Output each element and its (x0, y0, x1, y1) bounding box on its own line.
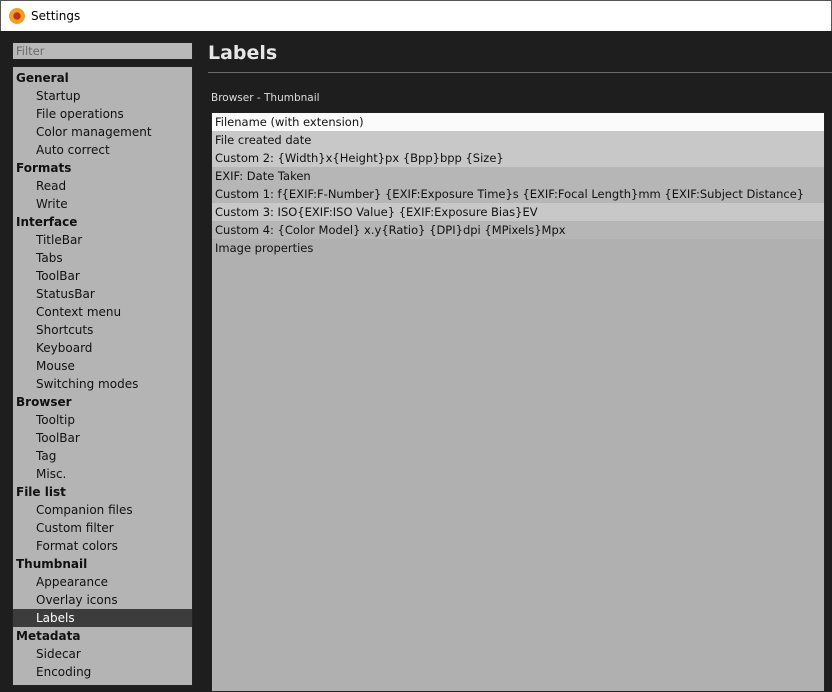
tree-item-startup[interactable]: Startup (13, 87, 192, 105)
tree-item-read[interactable]: Read (13, 177, 192, 195)
tree-item-switching-modes[interactable]: Switching modes (13, 375, 192, 393)
tree-category-interface[interactable]: Interface (13, 213, 192, 231)
app-logo-icon (9, 8, 25, 24)
label-list-item[interactable]: Custom 1: f{EXIF:F-Number} {EXIF:Exposur… (212, 185, 824, 203)
title-bar: Settings (0, 0, 832, 31)
tree-item-context-menu[interactable]: Context menu (13, 303, 192, 321)
tree-item-color-management[interactable]: Color management (13, 123, 192, 141)
tree-item-titlebar[interactable]: TitleBar (13, 231, 192, 249)
page-title: Labels (208, 42, 278, 64)
label-list-item[interactable]: Custom 3: ISO{EXIF:ISO Value} {EXIF:Expo… (212, 203, 824, 221)
label-list-item[interactable]: Filename (with extension) (212, 113, 824, 131)
tree-category-thumbnail[interactable]: Thumbnail (13, 555, 192, 573)
tree-item-toolbar[interactable]: ToolBar (13, 429, 192, 447)
section-label: Browser - Thumbnail (211, 92, 320, 104)
label-list-item[interactable]: File created date (212, 131, 824, 149)
tree-item-shortcuts[interactable]: Shortcuts (13, 321, 192, 339)
filter-input[interactable]: Filter (12, 42, 193, 60)
tree-item-tabs[interactable]: Tabs (13, 249, 192, 267)
tree-category-browser[interactable]: Browser (13, 393, 192, 411)
tree-item-labels[interactable]: Labels (13, 609, 192, 627)
tree-item-sidecar[interactable]: Sidecar (13, 645, 192, 663)
tree-item-file-operations[interactable]: File operations (13, 105, 192, 123)
tree-item-encoding[interactable]: Encoding (13, 663, 192, 681)
label-list-item[interactable]: EXIF: Date Taken (212, 167, 824, 185)
divider (208, 72, 832, 73)
tree-item-tooltip[interactable]: Tooltip (13, 411, 192, 429)
tree-item-toolbar[interactable]: ToolBar (13, 267, 192, 285)
label-list-item[interactable]: Custom 2: {Width}x{Height}px {Bpp}bpp {S… (212, 149, 824, 167)
tree-category-file-list[interactable]: File list (13, 483, 192, 501)
tree-category-general[interactable]: General (13, 69, 192, 87)
tree-item-statusbar[interactable]: StatusBar (13, 285, 192, 303)
label-list-item[interactable]: Custom 4: {Color Model} x.y{Ratio} {DPI}… (212, 221, 824, 239)
tree-item-mouse[interactable]: Mouse (13, 357, 192, 375)
settings-tree: General Startup File operations Color manag… (12, 66, 193, 686)
tree-category-formats[interactable]: Formats (13, 159, 192, 177)
label-list-item[interactable]: Image properties (212, 239, 824, 257)
tree-item-keyboard[interactable]: Keyboard (13, 339, 192, 357)
window-title: Settings (31, 9, 81, 23)
tree-item-write[interactable]: Write (13, 195, 192, 213)
tree-item-companion-files[interactable]: Companion files (13, 501, 192, 519)
labels-list[interactable]: Filename (with extension) File created da… (211, 112, 825, 692)
tree-item-tag[interactable]: Tag (13, 447, 192, 465)
tree-item-format-colors[interactable]: Format colors (13, 537, 192, 555)
tree-item-overlay-icons[interactable]: Overlay icons (13, 591, 192, 609)
tree-item-custom-filter[interactable]: Custom filter (13, 519, 192, 537)
tree-item-appearance[interactable]: Appearance (13, 573, 192, 591)
tree-item-auto-correct[interactable]: Auto correct (13, 141, 192, 159)
tree-item-misc-[interactable]: Misc. (13, 465, 192, 483)
tree-category-metadata[interactable]: Metadata (13, 627, 192, 645)
